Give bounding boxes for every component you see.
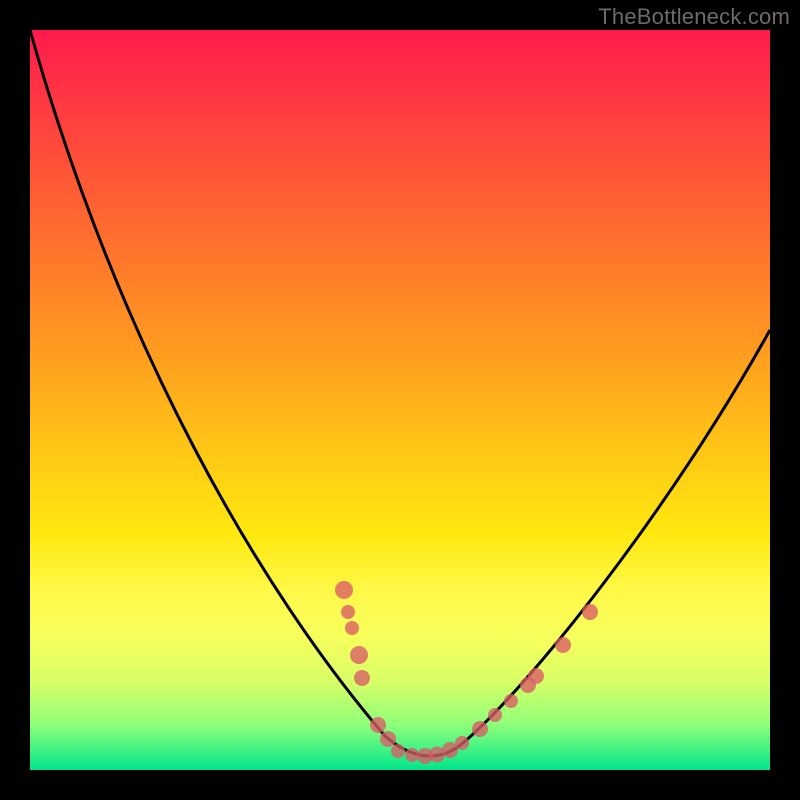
data-marker: [354, 670, 370, 686]
watermark-text: TheBottleneck.com: [598, 4, 790, 30]
marker-group: [335, 581, 598, 764]
data-marker: [380, 731, 396, 747]
data-marker: [455, 736, 469, 750]
data-marker: [488, 708, 502, 722]
data-marker: [370, 717, 386, 733]
data-marker: [335, 581, 353, 599]
chart-frame: TheBottleneck.com: [0, 0, 800, 800]
data-marker: [555, 637, 571, 653]
data-marker: [405, 748, 419, 762]
data-marker: [504, 694, 518, 708]
data-marker: [582, 604, 598, 620]
data-marker: [350, 646, 368, 664]
data-marker: [391, 744, 405, 758]
plot-area: [30, 30, 770, 770]
data-marker: [528, 668, 544, 684]
data-marker: [345, 621, 359, 635]
data-marker: [341, 605, 355, 619]
data-marker: [472, 721, 488, 737]
bottleneck-curve: [30, 30, 770, 756]
chart-svg: [30, 30, 770, 770]
